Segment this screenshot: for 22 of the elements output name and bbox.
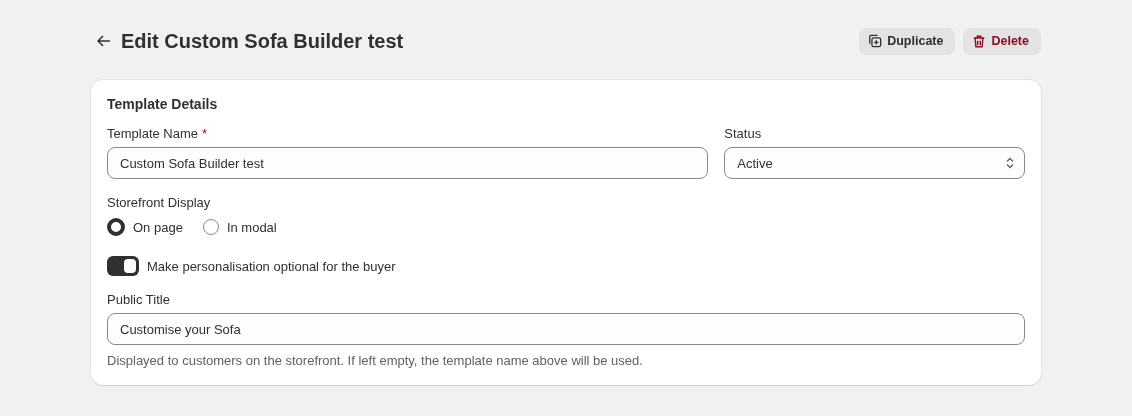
input-field[interactable]: Custom Sofa Builder test — [107, 147, 709, 179]
required-mark: * — [202, 126, 208, 141]
toggle-switch[interactable] — [107, 256, 139, 276]
input-field[interactable]: Customise your Sofa — [107, 313, 1025, 345]
toggle-label: Make personalisation optional for the buyer — [147, 258, 396, 274]
help-text: Displayed to customers on the storefront. If left empty, the template name above will be used. — [107, 353, 644, 368]
delete-button[interactable]: Delete — [963, 27, 1041, 55]
chevron-up-down-icon — [1006, 157, 1014, 169]
field-label: Storefront Display — [107, 195, 212, 210]
duplicate-button[interactable]: Duplicate — [859, 27, 956, 55]
back-button[interactable] — [95, 33, 113, 49]
page-title: Edit Custom Sofa Builder test — [121, 29, 404, 53]
duplicate-icon — [868, 34, 883, 48]
field-label: Template Name — [107, 126, 199, 141]
trash-icon — [972, 33, 987, 49]
back-arrow-icon — [97, 35, 111, 47]
radio-option[interactable]: In modal — [202, 218, 277, 236]
card-title: Template Details — [107, 96, 219, 112]
status-select[interactable]: Active — [724, 147, 1025, 179]
field-label: Public Title — [107, 292, 171, 307]
field-label: Status — [724, 126, 763, 141]
radio-option[interactable]: On page — [107, 218, 183, 236]
